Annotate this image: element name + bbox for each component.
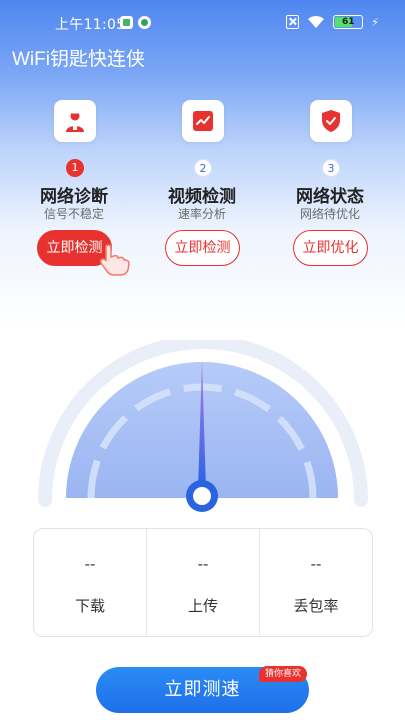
stat-value: -- [197, 555, 209, 573]
step-number: 2 [194, 159, 212, 177]
stat-upload: -- 上传 [146, 529, 259, 636]
status-time: 上午11:05 [55, 17, 126, 33]
feature-network-diagnosis: 1 网络诊断 信号不稳定 立即检测 [14, 100, 134, 276]
stat-label: 上传 [187, 597, 218, 615]
trend-chart-icon [182, 100, 224, 142]
doctor-icon [54, 100, 96, 142]
step-number: 3 [322, 159, 340, 177]
status-indicators: 61 ⚡ [286, 14, 379, 30]
feature-subtitle: 信号不稳定 [43, 207, 104, 221]
recommend-badge: 猜你喜欢 [259, 666, 308, 682]
stat-label: 下载 [74, 597, 105, 615]
feature-title: 网络诊断 [40, 187, 108, 207]
stat-download: -- 下载 [34, 529, 146, 636]
stat-packet-loss: -- 丢包率 [259, 529, 372, 636]
status-bar: 上午11:05 61 ⚡ [0, 0, 405, 42]
notification-app-icon [120, 16, 133, 29]
battery-level: 61 [342, 17, 355, 27]
no-sim-icon [286, 15, 300, 29]
app-title: WiFi钥匙快连侠 [12, 49, 145, 70]
speed-stats-panel: -- 下载 -- 上传 -- 丢包率 [33, 528, 373, 637]
feature-subtitle: 速率分析 [177, 207, 226, 221]
notification-shield-icon [138, 16, 151, 29]
charging-icon: ⚡ [371, 15, 379, 29]
pointing-hand-icon [99, 244, 130, 276]
feature-network-status: 3 网络状态 网络待优化 立即优化 [270, 100, 390, 270]
feature-video-detection: 2 视频检测 速率分析 立即检测 [142, 100, 262, 270]
battery-icon: 61 [333, 15, 364, 29]
stat-value: -- [310, 555, 322, 573]
detect-now-button[interactable]: 立即检测 [165, 230, 240, 266]
feature-title: 视频检测 [168, 187, 236, 207]
stat-value: -- [84, 555, 96, 573]
stat-label: 丢包率 [293, 597, 339, 615]
feature-subtitle: 网络待优化 [299, 207, 360, 221]
shield-check-icon [310, 100, 352, 142]
optimize-now-button[interactable]: 立即优化 [293, 230, 368, 266]
feature-title: 网络状态 [296, 187, 364, 207]
step-number: 1 [66, 159, 84, 177]
speed-gauge [38, 340, 368, 512]
wifi-signal-icon [308, 15, 325, 28]
